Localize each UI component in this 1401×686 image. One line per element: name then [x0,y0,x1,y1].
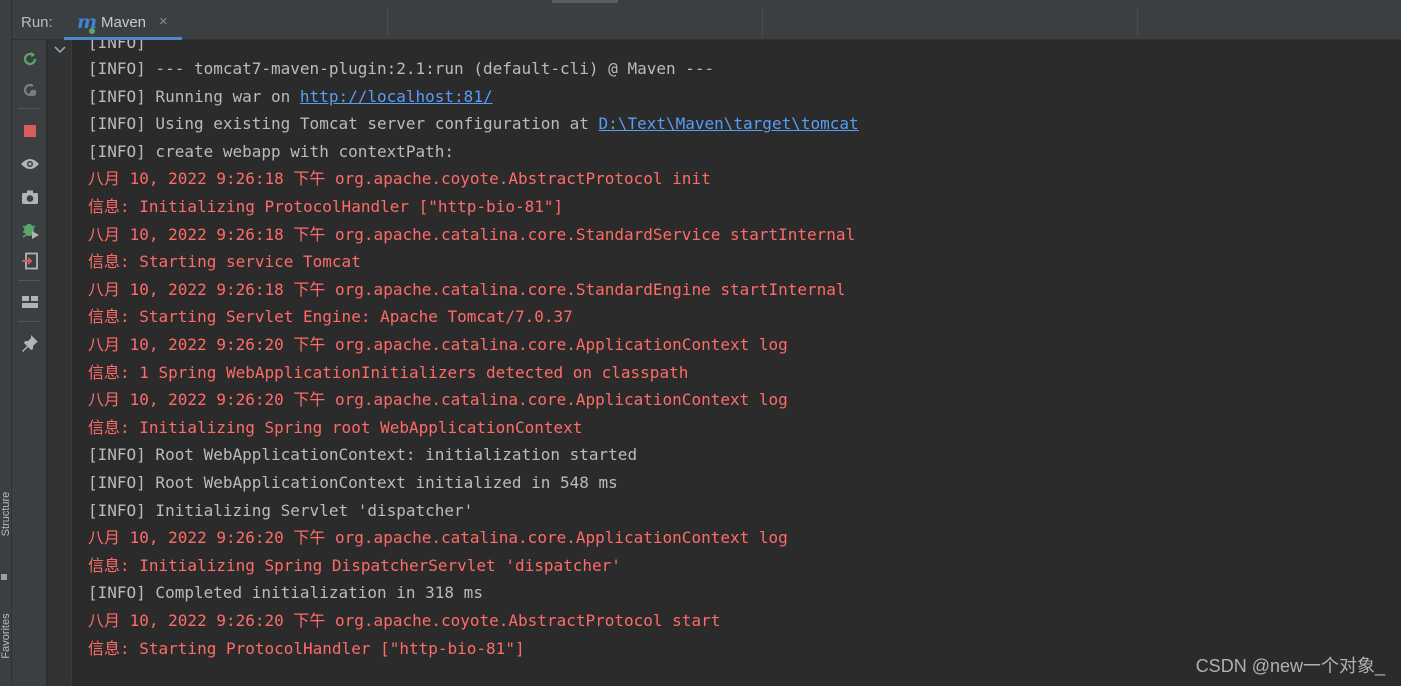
exit-button[interactable] [20,251,40,271]
console-line-text: [INFO] Using existing Tomcat server conf… [88,114,599,134]
rerun-icon [23,52,37,66]
console-line-info: [INFO] Root WebApplicationContext initia… [88,473,618,492]
debug-button[interactable] [20,219,40,239]
layout-button[interactable] [20,292,40,312]
console-line-error: 八月 10, 2022 9:26:20 下午 org.apache.catali… [88,390,788,410]
console-gutter [48,40,72,686]
rerun-button[interactable] [20,49,40,69]
console-line-error: 信息: Starting ProtocolHandler ["http-bio-… [88,638,525,658]
pin-icon [22,335,38,352]
console-link[interactable]: http://localhost:81/ [300,87,493,106]
structure-icon [1,574,7,580]
maven-m-icon: m [77,11,98,34]
console-line-error: 八月 10, 2022 9:26:20 下午 org.apache.catali… [88,335,788,354]
toolbar-separator [18,321,41,322]
chevron-down-icon[interactable] [54,45,66,55]
show-running-button[interactable] [20,154,40,174]
running-indicator-icon [89,28,95,34]
camera-icon [22,190,38,204]
exit-icon [22,252,38,270]
console-line-text: [INFO] Running war on [88,86,300,106]
console-line-error: 八月 10, 2022 9:26:20 下午 org.apache.catali… [88,528,788,548]
pin-button[interactable] [20,333,40,353]
layout-icon [22,296,38,308]
run-panel-header: Run: m Maven × [12,0,1401,40]
console-line-error: 信息: Initializing Spring root WebApplicat… [88,417,583,437]
stop-icon [24,125,36,137]
rerun-failed-icon [23,83,37,97]
tab-label: Maven [101,14,147,31]
header-scroll-fragment [552,0,618,3]
console-output[interactable]: [INFO] [INFO] --- tomcat7-maven-plugin:2… [72,40,1401,686]
console-line-info: [INFO] create webapp with contextPath: [88,141,455,161]
eye-icon [21,159,39,169]
console-line-info: [INFO] Running war on http://localhost:8… [88,86,493,108]
console-line-error: 八月 10, 2022 9:26:18 下午 org.apache.coyote… [88,169,711,189]
console-line-error: 八月 10, 2022 9:26:20 下午 org.apache.coyote… [88,611,721,630]
screenshot-button[interactable] [20,187,40,207]
console-line-info: [INFO] Initializing Servlet 'dispatcher' [88,500,474,520]
header-divider [387,6,388,36]
console-line-info: [INFO] Completed initialization in 318 m… [88,583,483,603]
console-line-info: [INFO] --- tomcat7-maven-plugin:2.1:run … [88,59,715,78]
header-divider [1137,6,1138,36]
tab-maven[interactable]: m Maven × [64,6,182,40]
console-line-error: 信息: Starting Servlet Engine: Apache Tomc… [88,307,573,327]
console-line-error: 信息: Starting service Tomcat [88,252,361,272]
run-toolbar [12,40,47,686]
debug-bug-icon [22,224,39,239]
left-tool-stripe: Structure Favorites [0,0,12,686]
toolbar-separator [18,280,41,281]
rerun-failed-button[interactable] [20,80,40,100]
stop-button[interactable] [20,121,40,141]
structure-tab[interactable]: Structure [0,484,12,544]
header-divider [762,6,763,36]
watermark: CSDN @new一个对象_ [1195,656,1385,676]
console-line-error: 八月 10, 2022 9:26:18 下午 org.apache.catali… [88,279,846,299]
favorites-tab[interactable]: Favorites [0,606,12,666]
console-line-error: 信息: Initializing ProtocolHandler ["http-… [88,197,564,216]
console-line-info: [INFO] Using existing Tomcat server conf… [88,113,859,135]
console-line-error: 信息: Initializing Spring DispatcherServle… [88,555,621,575]
close-icon[interactable]: × [159,13,168,30]
console-line-error: 信息: 1 Spring WebApplicationInitializers … [88,362,689,382]
console-line-partial: [INFO] [88,40,146,52]
console-link[interactable]: D:\Text\Maven\target\tomcat [599,114,859,133]
console-line-error: 八月 10, 2022 9:26:18 下午 org.apache.catali… [88,224,856,244]
run-label: Run: [21,14,53,31]
console-line-info: [INFO] Root WebApplicationContext: initi… [88,445,638,465]
toolbar-separator [18,108,41,109]
